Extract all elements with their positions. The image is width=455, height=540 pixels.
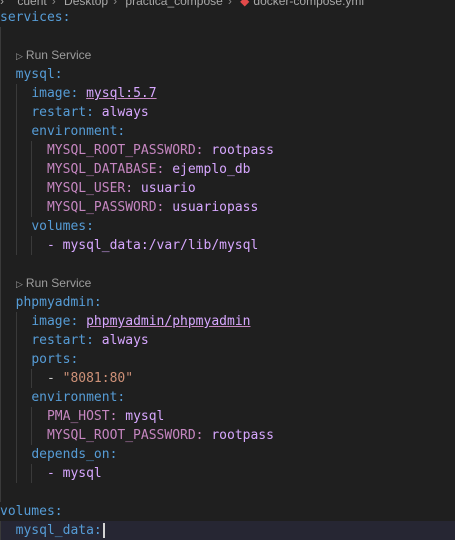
code-line-empty xyxy=(0,483,455,502)
yaml-key-mysql: mysql: xyxy=(15,67,63,82)
play-icon: ▷ xyxy=(16,279,23,289)
code-line-empty xyxy=(0,255,455,274)
code-line: - "8081:80" xyxy=(0,369,455,388)
yaml-key-volumes: volumes: xyxy=(0,504,63,519)
code-lines[interactable]: services: ▷ Run Service mysql: image: mys… xyxy=(0,8,455,540)
code-line: image: mysql:5.7 xyxy=(0,84,455,103)
yaml-key-services: services: xyxy=(0,10,71,25)
code-line: volumes: xyxy=(0,502,455,521)
code-line-active: mysql_data: xyxy=(0,521,455,540)
code-editor[interactable]: › cuent › Desktop › practica_compose › ◆ doc… xyxy=(0,0,455,540)
breadcrumb-sep: › xyxy=(0,0,4,8)
breadcrumb-item-user[interactable]: cuent xyxy=(17,0,46,8)
breadcrumb-item-desktop[interactable]: Desktop xyxy=(64,0,108,8)
run-service-codelens-mysql[interactable]: ▷ Run Service xyxy=(0,46,455,65)
image-link-phpmyadmin[interactable]: phpmyadmin/phpmyadmin xyxy=(86,314,250,329)
code-line: MYSQL_DATABASE: ejemplo_db xyxy=(0,160,455,179)
code-line: MYSQL_USER: usuario xyxy=(0,179,455,198)
breadcrumb-item-file[interactable]: docker-compose.yml xyxy=(253,0,364,8)
code-line: mysql: xyxy=(0,65,455,84)
code-line: - mysql xyxy=(0,464,455,483)
run-service-codelens-phpmyadmin[interactable]: ▷ Run Service xyxy=(0,274,455,293)
play-icon: ▷ xyxy=(16,51,23,61)
code-line: MYSQL_ROOT_PASSWORD: rootpass xyxy=(0,426,455,445)
code-line-empty xyxy=(0,27,455,46)
yaml-key-phpmyadmin: phpmyadmin: xyxy=(15,295,102,310)
breadcrumb-item-folder[interactable]: practica_compose xyxy=(125,0,222,8)
yaml-key-mysql-data: mysql_data: xyxy=(15,523,102,538)
code-line: - mysql_data:/var/lib/mysql xyxy=(0,236,455,255)
code-line: environment: xyxy=(0,388,455,407)
code-line: services: xyxy=(0,8,455,27)
code-line: environment: xyxy=(0,122,455,141)
code-line: restart: always xyxy=(0,103,455,122)
code-line: image: phpmyadmin/phpmyadmin xyxy=(0,312,455,331)
docker-file-icon: ◆ xyxy=(240,0,250,8)
code-line: volumes: xyxy=(0,217,455,236)
code-line: MYSQL_ROOT_PASSWORD: rootpass xyxy=(0,141,455,160)
code-line: depends_on: xyxy=(0,445,455,464)
code-line: phpmyadmin: xyxy=(0,293,455,312)
code-line: restart: always xyxy=(0,331,455,350)
code-line: MYSQL_PASSWORD: usuariopass xyxy=(0,198,455,217)
image-link-mysql[interactable]: mysql:5.7 xyxy=(86,86,156,101)
code-line: PMA_HOST: mysql xyxy=(0,407,455,426)
text-cursor xyxy=(102,523,105,538)
code-line: ports: xyxy=(0,350,455,369)
